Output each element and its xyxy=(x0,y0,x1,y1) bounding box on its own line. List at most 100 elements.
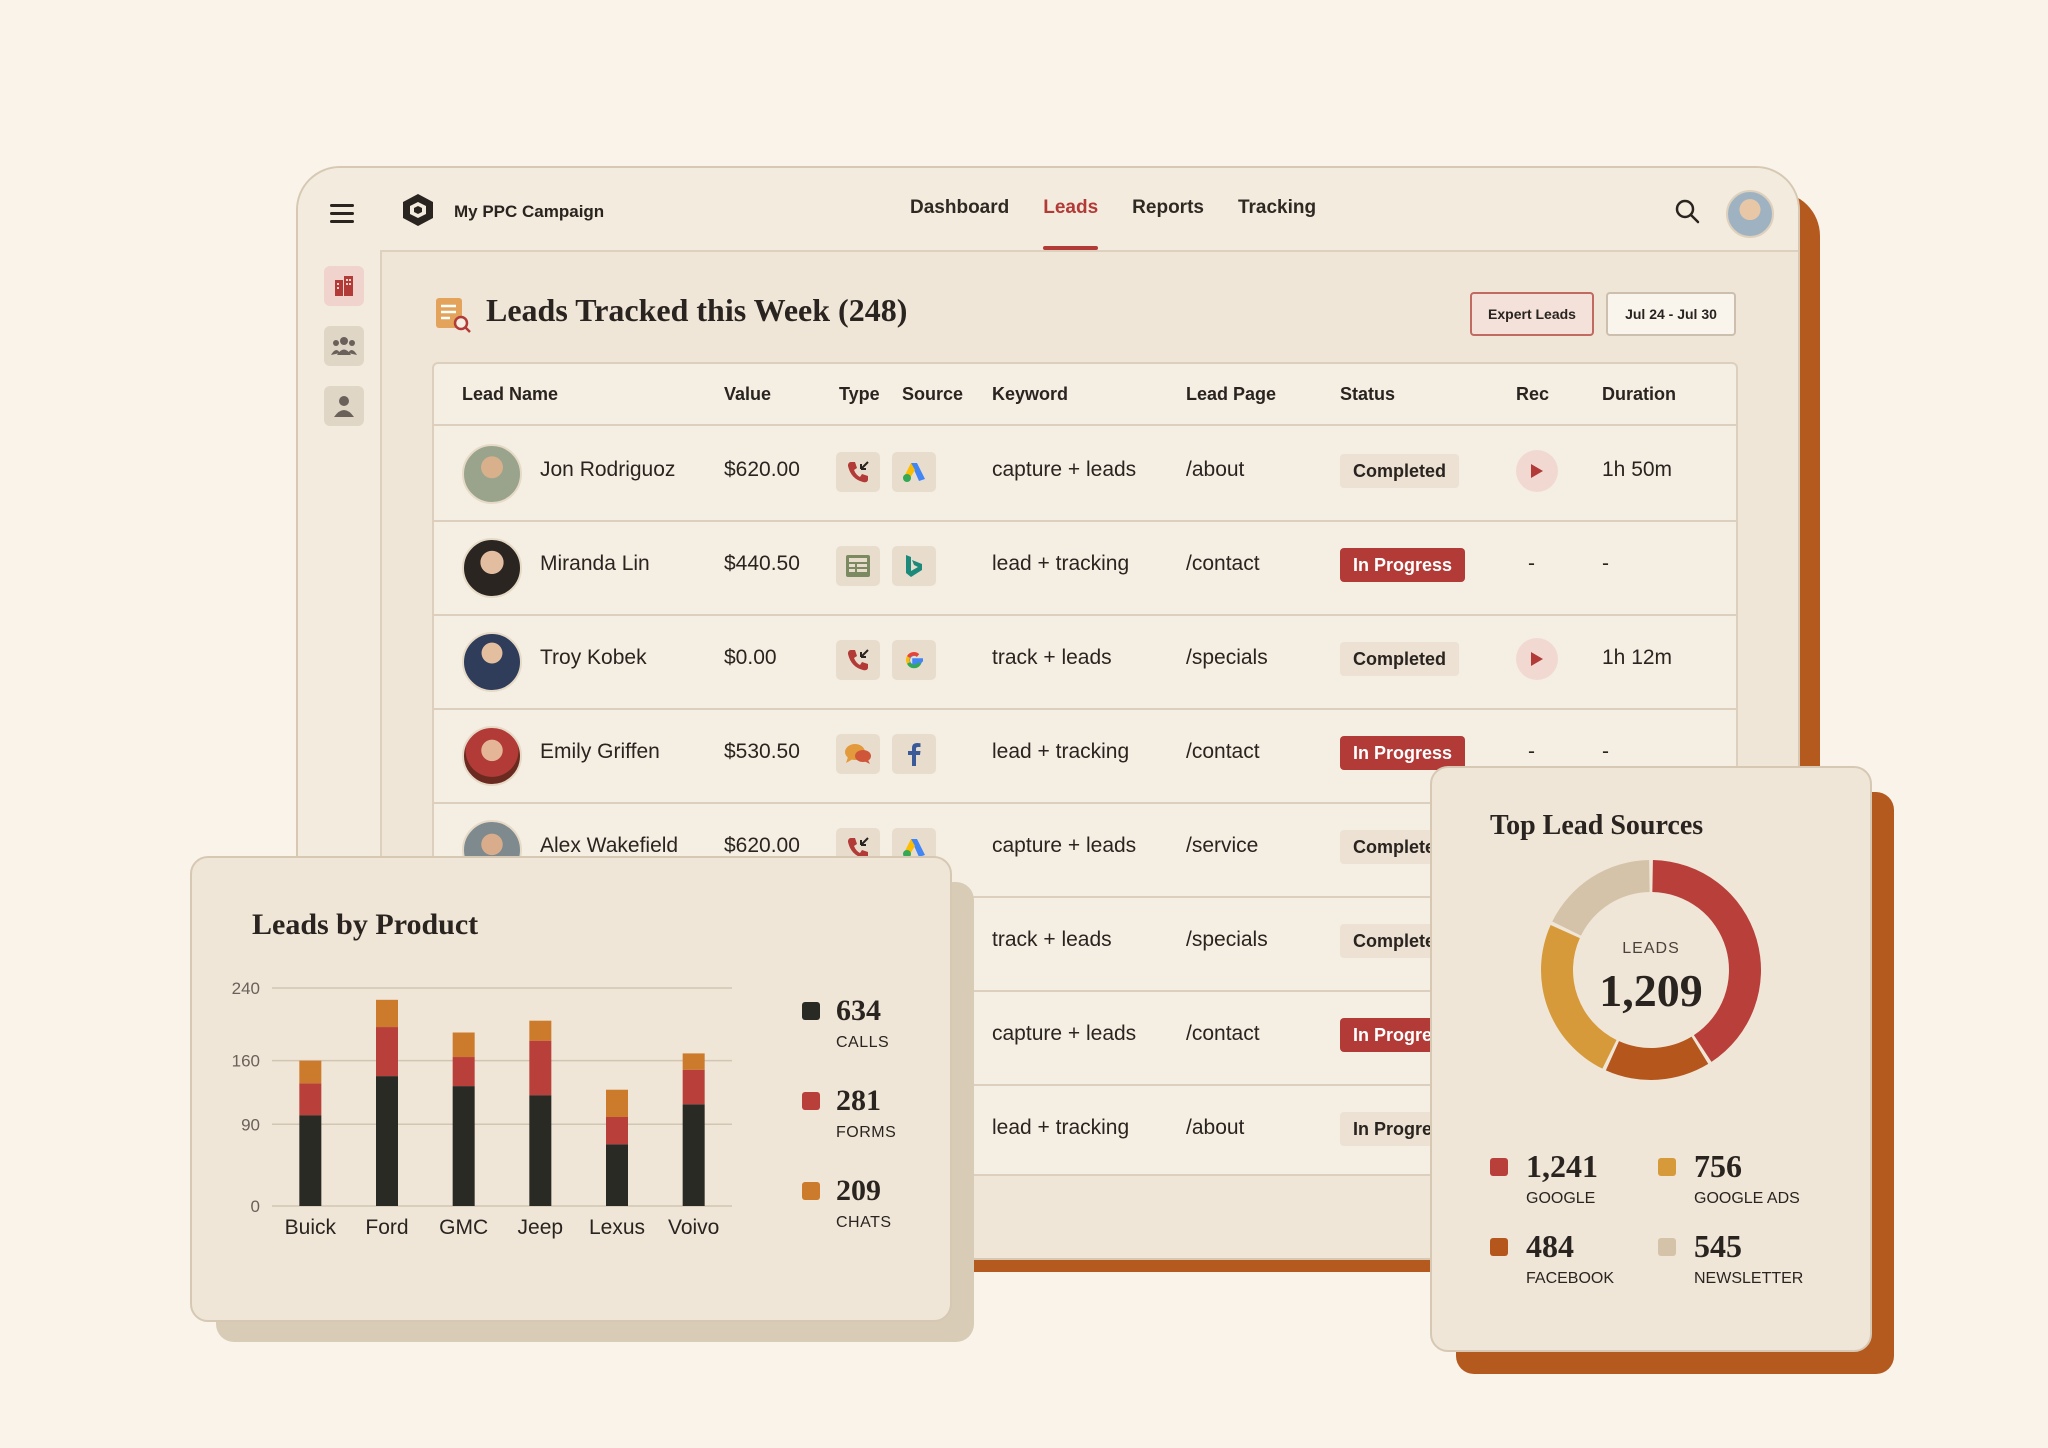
calls-swatch xyxy=(802,1002,820,1020)
table-row[interactable]: Jon Rodriguoz $620.00 capture + leads /a… xyxy=(434,426,1736,522)
newsletter-label: NEWSLETTER xyxy=(1694,1270,1804,1287)
user-avatar[interactable] xyxy=(1726,190,1774,238)
buildings-icon xyxy=(335,276,353,296)
nav-leads[interactable]: Leads xyxy=(1043,168,1098,250)
chats-total: 209 xyxy=(836,1174,881,1207)
donut-slice-facebook[interactable] xyxy=(1605,1036,1709,1080)
call-duration: 1h 50m xyxy=(1602,458,1673,481)
user-icon xyxy=(334,396,354,417)
bar-segment-chats[interactable] xyxy=(376,999,398,1028)
bar-segment-forms[interactable] xyxy=(682,1069,705,1105)
lead-name[interactable]: Miranda Lin xyxy=(540,552,650,576)
top-lead-sources-card: Top Lead Sources LEADS 1,209 1,241 GOOGL… xyxy=(1430,766,1872,1352)
sidebar-item-profile[interactable] xyxy=(324,386,364,426)
no-recording: - xyxy=(1528,552,1535,575)
nav-dashboard[interactable]: Dashboard xyxy=(910,168,1009,250)
nav-reports[interactable]: Reports xyxy=(1132,168,1204,250)
hamburger-menu-icon[interactable] xyxy=(330,204,354,226)
play-icon xyxy=(1531,464,1543,478)
search-icon[interactable] xyxy=(1674,198,1700,224)
brand-logo-icon[interactable] xyxy=(400,192,436,228)
date-range-picker[interactable]: Jul 24 - Jul 30 xyxy=(1606,292,1736,336)
donut-slice-google[interactable] xyxy=(1652,860,1761,1062)
bar-segment-forms[interactable] xyxy=(299,1083,322,1116)
lead-name[interactable]: Troy Kobek xyxy=(540,646,647,670)
bar-segment-forms[interactable] xyxy=(376,1027,398,1077)
bar-segment-calls[interactable] xyxy=(529,1095,552,1206)
lead-name[interactable]: Emily Griffen xyxy=(540,740,660,764)
bar-segment-calls[interactable] xyxy=(376,1076,398,1206)
bar-segment-chats[interactable] xyxy=(452,1032,475,1058)
lead-page[interactable]: /service xyxy=(1186,834,1258,858)
play-icon xyxy=(1531,652,1543,666)
column-header-type[interactable]: Type xyxy=(839,384,880,405)
status-badge: In Progress xyxy=(1340,548,1466,582)
lead-page[interactable]: /specials xyxy=(1186,646,1268,670)
donut-slice-newsletter[interactable] xyxy=(1552,860,1650,936)
column-header-status[interactable]: Status xyxy=(1340,384,1395,405)
y-tick-label: 90 xyxy=(241,1115,260,1134)
column-header-rec[interactable]: Rec xyxy=(1516,384,1549,405)
donut-center-label: LEADS xyxy=(1622,940,1680,957)
lead-page[interactable]: /about xyxy=(1186,1116,1244,1140)
lead-page[interactable]: /specials xyxy=(1186,928,1268,952)
y-tick-label: 240 xyxy=(232,979,260,998)
bar-segment-chats[interactable] xyxy=(299,1060,322,1084)
status-badge: In Progress xyxy=(1340,736,1466,770)
lead-value: $620.00 xyxy=(724,458,800,481)
keyword: track + leads xyxy=(992,646,1112,669)
x-tick-label: GMC xyxy=(439,1216,488,1239)
bar-segment-calls[interactable] xyxy=(299,1115,322,1206)
bar-segment-forms[interactable] xyxy=(606,1116,628,1145)
bar-segment-calls[interactable] xyxy=(682,1104,705,1206)
play-recording-button[interactable] xyxy=(1516,450,1558,492)
lead-page[interactable]: /contact xyxy=(1186,1022,1260,1046)
bar-segment-chats[interactable] xyxy=(682,1053,705,1070)
google-ads-icon xyxy=(892,452,936,492)
lead-name[interactable]: Jon Rodriguoz xyxy=(540,458,675,482)
top-bar: My PPC Campaign Dashboard Leads Reports … xyxy=(380,168,1798,252)
table-row[interactable]: Troy Kobek $0.00 track + leads /specials… xyxy=(434,614,1736,710)
sidebar-item-team[interactable] xyxy=(324,326,364,366)
nav-tracking[interactable]: Tracking xyxy=(1238,168,1316,250)
main-nav: Dashboard Leads Reports Tracking xyxy=(910,168,1316,250)
page-title: Leads Tracked this Week (248) xyxy=(486,292,908,328)
keyword: capture + leads xyxy=(992,834,1137,857)
forms-label: FORMS xyxy=(836,1124,897,1141)
bar-segment-forms[interactable] xyxy=(529,1040,552,1096)
column-header-duration[interactable]: Duration xyxy=(1602,384,1676,405)
export-leads-button[interactable]: Expert Leads xyxy=(1470,292,1594,336)
column-header-value[interactable]: Value xyxy=(724,384,771,405)
column-header-lead-page[interactable]: Lead Page xyxy=(1186,384,1276,405)
bar-segment-chats[interactable] xyxy=(606,1089,628,1117)
facebook-icon xyxy=(892,734,936,774)
lead-page[interactable]: /about xyxy=(1186,458,1244,482)
bar-segment-forms[interactable] xyxy=(452,1057,475,1087)
bar-segment-chats[interactable] xyxy=(529,1020,552,1041)
bing-icon xyxy=(892,546,936,586)
call-duration: 1h 12m xyxy=(1602,646,1673,669)
play-recording-button[interactable] xyxy=(1516,638,1558,680)
lead-avatar xyxy=(462,726,522,786)
calls-label: CALLS xyxy=(836,1034,890,1051)
column-header-source[interactable]: Source xyxy=(902,384,963,405)
call-duration: - xyxy=(1602,740,1609,763)
column-header-lead-name[interactable]: Lead Name xyxy=(462,384,558,405)
lead-avatar xyxy=(462,538,522,598)
bar-segment-calls[interactable] xyxy=(452,1086,475,1206)
table-row[interactable]: Miranda Lin $440.50 lead + tracking /con… xyxy=(434,520,1736,616)
lead-page[interactable]: /contact xyxy=(1186,552,1260,576)
lead-name[interactable]: Alex Wakefield xyxy=(540,834,678,858)
column-header-keyword[interactable]: Keyword xyxy=(992,384,1068,405)
sidebar-item-buildings[interactable] xyxy=(324,266,364,306)
leads-by-product-chart: 0 90 160 240 Buick Ford GMC Jeep Lexus Voivo xyxy=(232,979,732,1239)
lead-page[interactable]: /contact xyxy=(1186,740,1260,764)
bar-segment-calls[interactable] xyxy=(606,1144,628,1206)
keyword: lead + tracking xyxy=(992,1116,1130,1139)
lead-value: $620.00 xyxy=(724,834,800,857)
forms-swatch xyxy=(802,1092,820,1110)
newsletter-swatch xyxy=(1658,1238,1676,1256)
calls-total: 634 xyxy=(836,994,881,1027)
facebook-swatch xyxy=(1490,1238,1508,1256)
form-icon xyxy=(836,546,880,586)
